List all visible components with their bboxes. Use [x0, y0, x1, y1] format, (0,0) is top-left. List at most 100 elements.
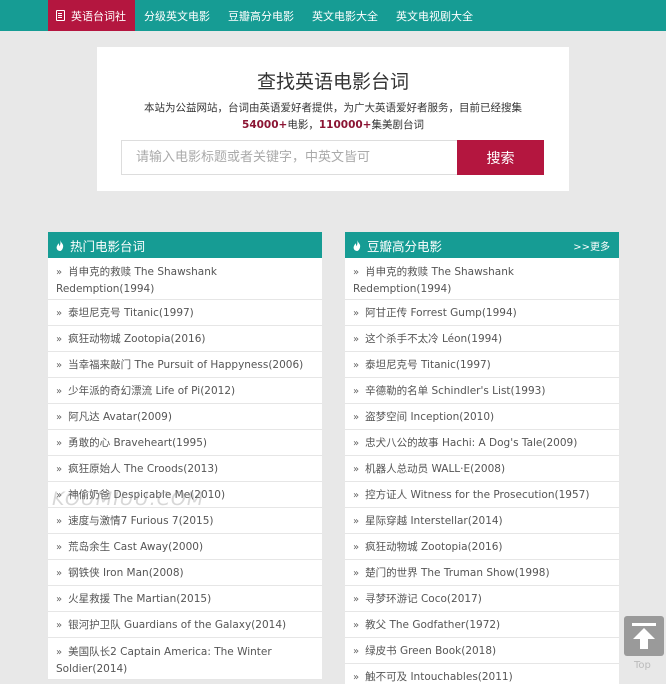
list-item[interactable]: » 钢铁侠 Iron Man(2008): [48, 560, 322, 586]
list-item[interactable]: » 盗梦空间 Inception(2010): [345, 404, 619, 430]
list-item[interactable]: » 荒岛余生 Cast Away(2000): [48, 534, 322, 560]
movie-title: 教父 The Godfather(1972): [365, 619, 501, 631]
movie-title: 楚门的世界 The Truman Show(1998): [365, 567, 550, 579]
movie-title: 疯狂动物城 Zootopia(2016): [68, 333, 206, 345]
movie-title: 阿凡达 Avatar(2009): [68, 411, 172, 423]
chevron-right-icon: »: [56, 594, 63, 605]
chevron-right-icon: »: [56, 360, 63, 371]
flame-icon: [353, 239, 361, 251]
nav-item-graded-movies[interactable]: 分级英文电影: [135, 0, 219, 31]
list-item[interactable]: » 泰坦尼克号 Titanic(1997): [48, 300, 322, 326]
movie-title: 触不可及 Intouchables(2011): [365, 671, 513, 683]
list-item[interactable]: » 楚门的世界 The Truman Show(1998): [345, 560, 619, 586]
nav-item-douban-movies[interactable]: 豆瓣高分电影: [219, 0, 303, 31]
search-panel: 查找英语电影台词 本站为公益网站，台词由英语爱好者提供，为广大英语爱好者服务，目…: [97, 47, 569, 191]
list-item[interactable]: » 控方证人 Witness for the Prosecution(1957): [345, 482, 619, 508]
movie-title: 火星救援 The Martian(2015): [68, 593, 212, 605]
nav-item-all-tv-series[interactable]: 英文电视剧大全: [387, 0, 482, 31]
flame-icon: [56, 239, 64, 251]
list-item[interactable]: » 肖申克的救赎 The Shawshank Redemption(1994): [48, 258, 322, 300]
back-to-top-label: Top: [634, 660, 651, 671]
chevron-right-icon: »: [56, 568, 63, 579]
list-item[interactable]: » 疯狂原始人 The Croods(2013): [48, 456, 322, 482]
list-item[interactable]: » 少年派的奇幻漂流 Life of Pi(2012): [48, 378, 322, 404]
movie-title: 绿皮书 Green Book(2018): [365, 645, 497, 657]
list-item[interactable]: » 忠犬八公的故事 Hachi: A Dog's Tale(2009): [345, 430, 619, 456]
list-item[interactable]: » 阿甘正传 Forrest Gump(1994): [345, 300, 619, 326]
hot-movies-panel: 热门电影台词 » 肖申克的救赎 The Shawshank Redemption(…: [48, 232, 322, 680]
list-item[interactable]: » 机器人总动员 WALL·E(2008): [345, 456, 619, 482]
nav-item-all-movies[interactable]: 英文电影大全: [303, 0, 387, 31]
chevron-right-icon: »: [353, 568, 360, 579]
chevron-right-icon: »: [56, 620, 63, 631]
douban-movies-list: » 肖申克的救赎 The Shawshank Redemption(1994)» 阿…: [345, 258, 619, 684]
back-to-top-button[interactable]: [624, 616, 664, 656]
chevron-right-icon: »: [353, 308, 360, 319]
list-item[interactable]: » 辛德勒的名单 Schindler's List(1993): [345, 378, 619, 404]
movie-title: 疯狂原始人 The Croods(2013): [68, 463, 219, 475]
stats-movie-suffix: 电影，: [287, 119, 319, 131]
movie-title: 泰坦尼克号 Titanic(1997): [365, 359, 491, 371]
list-item[interactable]: » 寻梦环游记 Coco(2017): [345, 586, 619, 612]
arrow-up-icon: [632, 623, 656, 649]
list-item[interactable]: » 绿皮书 Green Book(2018): [345, 638, 619, 664]
movie-title: 速度与激情7 Furious 7(2015): [68, 515, 214, 527]
chevron-right-icon: »: [56, 516, 63, 527]
list-item[interactable]: » 当幸福来敲门 The Pursuit of Happyness(2006): [48, 352, 322, 378]
chevron-right-icon: »: [353, 516, 360, 527]
list-item[interactable]: » 疯狂动物城 Zootopia(2016): [345, 534, 619, 560]
movie-title: 当幸福来敲门 The Pursuit of Happyness(2006): [68, 359, 304, 371]
list-item[interactable]: » 教父 The Godfather(1972): [345, 612, 619, 638]
search-input[interactable]: [121, 140, 458, 175]
list-item[interactable]: » 星际穿越 Interstellar(2014): [345, 508, 619, 534]
chevron-right-icon: »: [56, 386, 63, 397]
movie-title: 寻梦环游记 Coco(2017): [365, 593, 482, 605]
movie-title: 辛德勒的名单 Schindler's List(1993): [365, 385, 546, 397]
chevron-right-icon: »: [353, 646, 360, 657]
chevron-right-icon: »: [56, 647, 63, 658]
movie-title: 钢铁侠 Iron Man(2008): [68, 567, 184, 579]
list-item[interactable]: » 银河护卫队 Guardians of the Galaxy(2014): [48, 612, 322, 638]
movie-title: 控方证人 Witness for the Prosecution(1957): [365, 489, 590, 501]
list-item[interactable]: » 这个杀手不太冷 Léon(1994): [345, 326, 619, 352]
list-item[interactable]: » 泰坦尼克号 Titanic(1997): [345, 352, 619, 378]
stats-series-count: 110000+: [318, 119, 372, 131]
movie-title: 美国队长2 Captain America: The Winter Soldie…: [56, 646, 272, 675]
movie-title: 疯狂动物城 Zootopia(2016): [365, 541, 503, 553]
chevron-right-icon: »: [353, 267, 360, 278]
movie-title: 机器人总动员 WALL·E(2008): [365, 463, 506, 475]
chevron-right-icon: »: [353, 360, 360, 371]
list-item[interactable]: » 阿凡达 Avatar(2009): [48, 404, 322, 430]
watermark: KOUMIUU.COM: [52, 488, 205, 510]
list-item[interactable]: » 勇敢的心 Braveheart(1995): [48, 430, 322, 456]
top-navbar: 英语台词社 分级英文电影 豆瓣高分电影 英文电影大全 英文电视剧大全: [0, 0, 666, 31]
chevron-right-icon: »: [56, 267, 63, 278]
stats-movie-count: 54000+: [242, 119, 288, 131]
list-item[interactable]: » 美国队长2 Captain America: The Winter Soldi…: [48, 638, 322, 680]
list-item[interactable]: » 触不可及 Intouchables(2011): [345, 664, 619, 684]
chevron-right-icon: »: [56, 412, 63, 423]
search-button[interactable]: 搜索: [457, 140, 544, 175]
list-item[interactable]: » 肖申克的救赎 The Shawshank Redemption(1994): [345, 258, 619, 300]
document-icon: [56, 10, 65, 21]
stats-series-suffix: 集美剧台词: [371, 119, 424, 131]
chevron-right-icon: »: [56, 438, 63, 449]
movie-title: 盗梦空间 Inception(2010): [365, 411, 495, 423]
movie-title: 阿甘正传 Forrest Gump(1994): [365, 307, 517, 319]
list-item[interactable]: » 速度与激情7 Furious 7(2015): [48, 508, 322, 534]
douban-movies-title: 豆瓣高分电影: [367, 238, 443, 254]
movie-title: 忠犬八公的故事 Hachi: A Dog's Tale(2009): [365, 437, 578, 449]
movie-title: 少年派的奇幻漂流 Life of Pi(2012): [68, 385, 236, 397]
chevron-right-icon: »: [56, 464, 63, 475]
nav-brand-link[interactable]: 英语台词社: [48, 0, 135, 31]
more-link[interactable]: >>更多: [573, 238, 610, 253]
list-item[interactable]: » 火星救援 The Martian(2015): [48, 586, 322, 612]
search-stats: 54000+电影，110000+集美剧台词: [97, 117, 569, 132]
movie-title: 这个杀手不太冷 Léon(1994): [365, 333, 503, 345]
movie-title: 肖申克的救赎 The Shawshank Redemption(1994): [353, 266, 514, 295]
chevron-right-icon: »: [353, 542, 360, 553]
list-item[interactable]: » 疯狂动物城 Zootopia(2016): [48, 326, 322, 352]
douban-movies-header: 豆瓣高分电影 >>更多: [345, 232, 619, 258]
nav-brand-label: 英语台词社: [71, 9, 126, 23]
chevron-right-icon: »: [353, 490, 360, 501]
